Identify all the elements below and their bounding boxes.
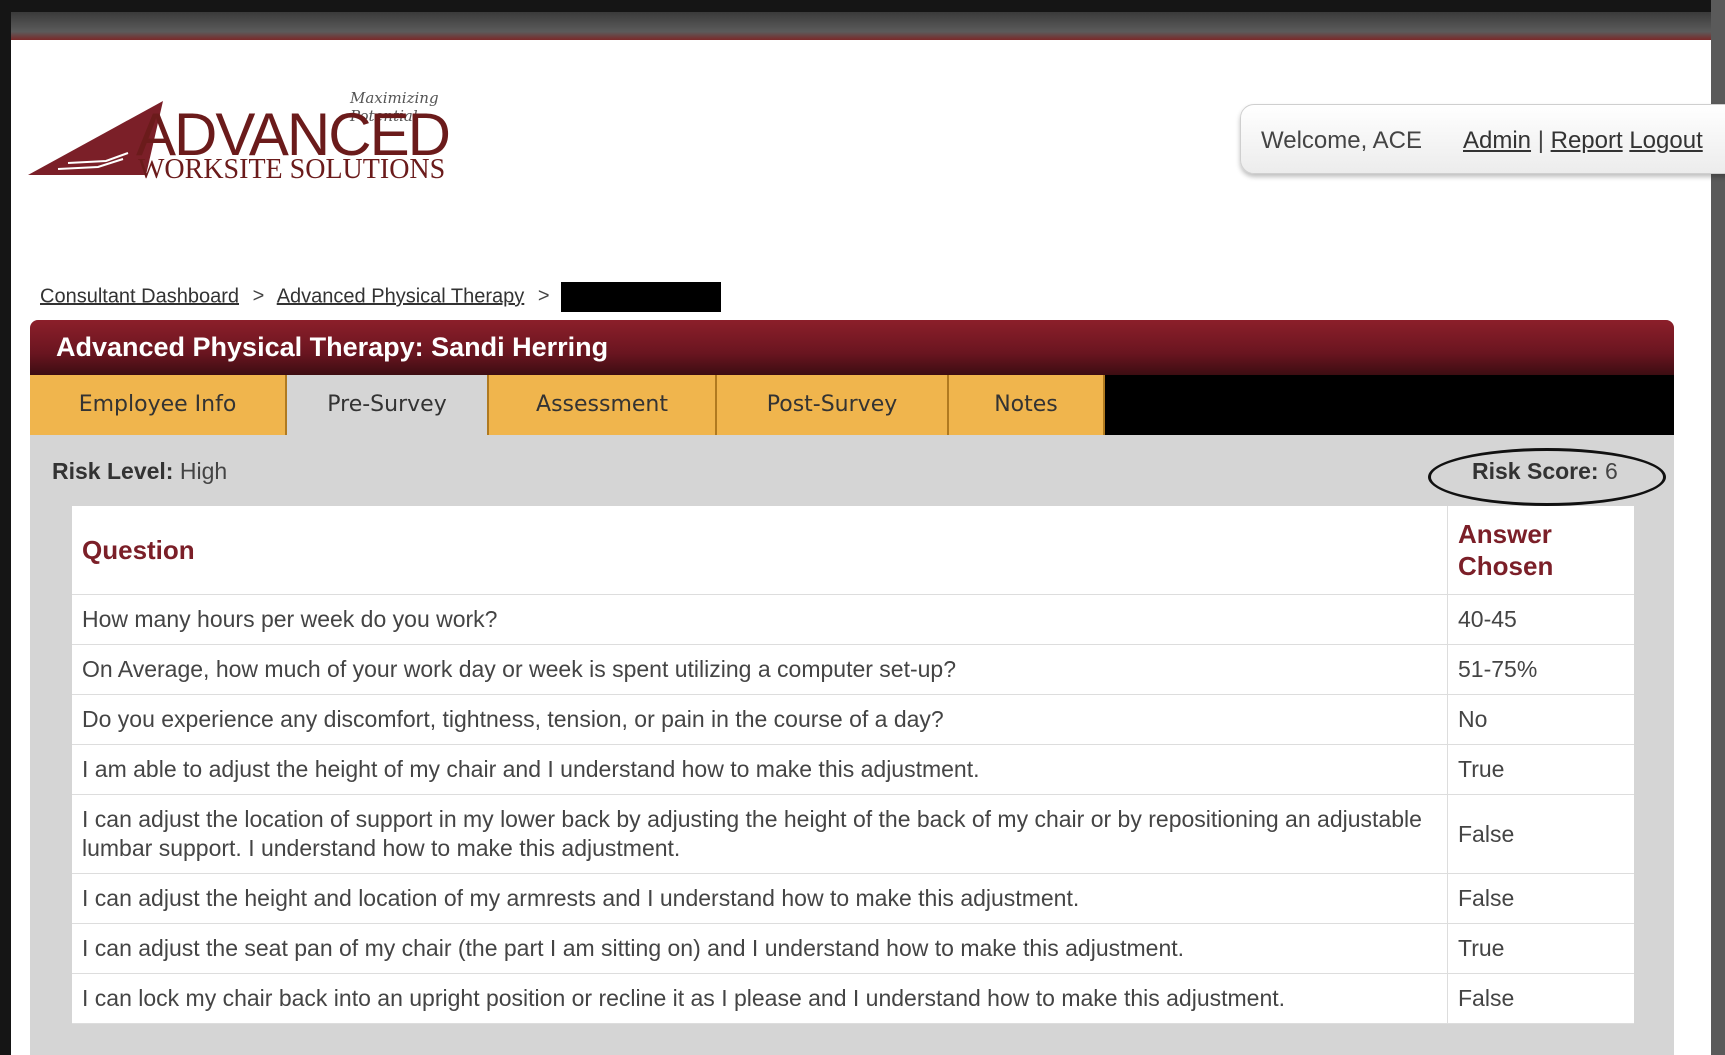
user-welcome-box: Welcome, ACE Admin | Report Logout (1240, 104, 1725, 174)
admin-link[interactable]: Admin (1463, 127, 1531, 154)
risk-score-label: Risk Score: (1472, 458, 1599, 484)
question-cell: How many hours per week do you work? (72, 594, 1448, 645)
breadcrumb: Consultant Dashboard > Advanced Physical… (40, 282, 722, 312)
breadcrumb-consultant-dashboard[interactable]: Consultant Dashboard (40, 285, 239, 307)
tab-notes[interactable]: Notes (949, 375, 1105, 435)
table-row: On Average, how much of your work day or… (72, 644, 1634, 695)
breadcrumb-separator: > (537, 285, 550, 308)
link-separator: | (1537, 127, 1544, 154)
question-cell: I am able to adjust the height of my cha… (72, 744, 1448, 795)
answer-cell: False (1447, 973, 1634, 1024)
panel-title: Advanced Physical Therapy: Sandi Herring (56, 332, 609, 362)
answer-cell: False (1447, 794, 1634, 874)
table-row: Do you experience any discomfort, tightn… (72, 694, 1634, 745)
answer-cell: 51-75% (1447, 644, 1634, 695)
table-header-row: Question Answer Chosen (72, 506, 1634, 595)
tab-employee-info[interactable]: Employee Info (30, 375, 287, 435)
risk-score-value: 6 (1604, 458, 1618, 484)
question-cell: I can lock my chair back into an upright… (72, 973, 1448, 1024)
company-logo: Maximizing Potential ADVANCED WORKSITE S… (28, 85, 498, 190)
question-column-header: Question (72, 506, 1448, 595)
window-header-strip (0, 12, 1725, 40)
window-frame-left (0, 0, 11, 1055)
risk-level-label: Risk Level: (52, 458, 174, 484)
answer-cell: No (1447, 694, 1634, 745)
logout-link[interactable]: Logout (1629, 127, 1702, 154)
header-links: Admin | Report Logout (1463, 127, 1703, 155)
risk-score: Risk Score: 6 (1472, 458, 1618, 485)
tab-pre-survey[interactable]: Pre-Survey (287, 375, 489, 435)
redacted-block (561, 282, 722, 312)
tab-post-survey[interactable]: Post-Survey (717, 375, 949, 435)
table-row: I can lock my chair back into an upright… (72, 973, 1634, 1024)
table-row: I can adjust the location of support in … (72, 794, 1634, 874)
employee-panel: Advanced Physical Therapy: Sandi Herring… (30, 320, 1674, 1055)
answer-column-header: Answer Chosen (1447, 506, 1634, 595)
table-row: How many hours per week do you work? 40-4… (72, 594, 1634, 645)
question-cell: Do you experience any discomfort, tightn… (72, 694, 1448, 745)
table-row: I can adjust the seat pan of my chair (t… (72, 923, 1634, 974)
answer-cell: 40-45 (1447, 594, 1634, 645)
risk-level-value: High (179, 458, 228, 484)
report-link[interactable]: Report (1551, 127, 1623, 154)
breadcrumb-advanced-physical-therapy[interactable]: Advanced Physical Therapy (277, 285, 525, 307)
risk-level: Risk Level: High (52, 458, 227, 485)
answer-cell: True (1447, 923, 1634, 974)
question-cell: I can adjust the height and location of … (72, 873, 1448, 924)
welcome-text: Welcome, ACE (1261, 127, 1422, 154)
breadcrumb-separator: > (252, 285, 265, 308)
table-row: I can adjust the height and location of … (72, 873, 1634, 924)
answer-cell: False (1447, 873, 1634, 924)
question-cell: On Average, how much of your work day or… (72, 644, 1448, 695)
question-cell: I can adjust the seat pan of my chair (t… (72, 923, 1448, 974)
tab-bar: Employee Info Pre-Survey Assessment Post… (30, 375, 1674, 435)
window-frame-top (0, 0, 1725, 12)
panel-header: Advanced Physical Therapy: Sandi Herring (30, 320, 1674, 375)
answer-cell: True (1447, 744, 1634, 795)
logo-subtitle: WORKSITE SOLUTIONS (138, 154, 446, 185)
question-cell: I can adjust the location of support in … (72, 794, 1448, 874)
tab-assessment[interactable]: Assessment (489, 375, 717, 435)
table-row: I am able to adjust the height of my cha… (72, 744, 1634, 795)
survey-table: Question Answer Chosen How many hours pe… (72, 506, 1634, 1024)
